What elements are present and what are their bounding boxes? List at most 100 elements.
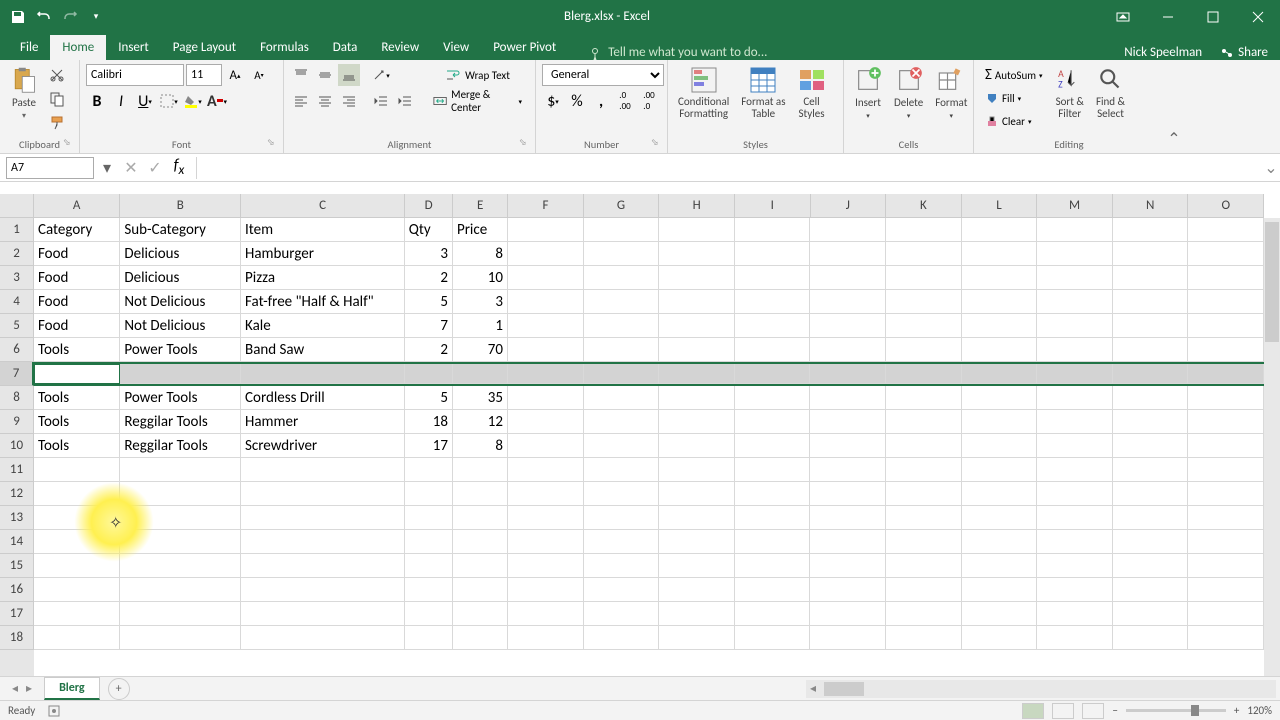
cell[interactable] (1037, 338, 1113, 362)
cell[interactable]: Kale (241, 314, 405, 338)
cell[interactable] (886, 458, 962, 482)
sort-filter-button[interactable]: AZ Sort & Filter (1052, 64, 1088, 122)
zoom-slider[interactable] (1126, 709, 1226, 712)
cell[interactable] (810, 314, 886, 338)
cell[interactable] (659, 458, 735, 482)
cell[interactable]: Pizza (241, 266, 405, 290)
row-header[interactable]: 12 (0, 482, 34, 506)
cell[interactable]: Food (34, 242, 120, 266)
cell[interactable] (1037, 314, 1113, 338)
cell[interactable] (659, 602, 735, 626)
cell[interactable] (659, 266, 735, 290)
cell[interactable] (962, 364, 1038, 384)
tell-me-search[interactable]: Tell me what you want to do... (588, 45, 767, 60)
cell[interactable] (1037, 218, 1113, 242)
cell[interactable] (584, 554, 660, 578)
vertical-scrollbar[interactable] (1264, 218, 1280, 676)
orientation-icon[interactable]: ▾ (370, 64, 392, 86)
fx-icon[interactable]: fx (168, 157, 190, 179)
cell[interactable] (1188, 338, 1264, 362)
share-button[interactable]: Share (1220, 45, 1268, 60)
redo-icon[interactable] (60, 7, 80, 27)
format-as-table-button[interactable]: Format as Table (737, 64, 789, 122)
cell[interactable] (120, 530, 241, 554)
formula-input[interactable] (196, 157, 1262, 179)
cell[interactable] (1113, 242, 1189, 266)
align-middle-icon[interactable] (314, 64, 336, 86)
bold-icon[interactable]: B (86, 90, 108, 112)
tab-formulas[interactable]: Formulas (248, 35, 321, 60)
cell[interactable] (886, 290, 962, 314)
cell[interactable] (810, 554, 886, 578)
cell[interactable] (241, 364, 405, 384)
cell[interactable] (810, 266, 886, 290)
col-header[interactable]: O (1188, 194, 1264, 218)
cell[interactable] (659, 242, 735, 266)
tab-review[interactable]: Review (369, 35, 431, 60)
cell[interactable] (453, 530, 508, 554)
cell[interactable]: Tools (34, 434, 120, 458)
cell[interactable] (962, 338, 1038, 362)
cell[interactable] (584, 364, 660, 384)
cell[interactable] (659, 338, 735, 362)
collapse-ribbon-icon[interactable]: ⌃ (1167, 129, 1180, 149)
insert-button[interactable]: Insert▾ (850, 64, 886, 122)
cell[interactable] (34, 506, 120, 530)
col-header[interactable]: H (659, 194, 735, 218)
col-header[interactable]: E (453, 194, 508, 218)
ribbon-options-icon[interactable] (1100, 0, 1145, 33)
cell[interactable] (659, 554, 735, 578)
cell[interactable] (810, 364, 886, 384)
cell[interactable] (584, 482, 660, 506)
cell[interactable] (405, 458, 453, 482)
cell[interactable] (1113, 410, 1189, 434)
cell[interactable] (1037, 482, 1113, 506)
tab-insert[interactable]: Insert (106, 35, 161, 60)
row-header[interactable]: 14 (0, 530, 34, 554)
cell[interactable]: 70 (453, 338, 508, 362)
cell[interactable]: 5 (405, 386, 453, 410)
cell[interactable]: Reggilar Tools (120, 434, 241, 458)
delete-button[interactable]: Delete▾ (890, 64, 927, 122)
cell[interactable] (241, 506, 405, 530)
cell[interactable] (659, 482, 735, 506)
cell[interactable]: 7 (405, 314, 453, 338)
cell[interactable] (810, 482, 886, 506)
cell[interactable] (810, 506, 886, 530)
cell[interactable] (735, 338, 811, 362)
cell[interactable] (962, 626, 1038, 650)
page-break-view-icon[interactable] (1082, 703, 1104, 719)
decrease-decimal-icon[interactable]: .00.0 (638, 90, 660, 112)
close-icon[interactable] (1235, 0, 1280, 33)
cell[interactable] (120, 626, 241, 650)
cell[interactable] (1188, 242, 1264, 266)
cell[interactable] (810, 290, 886, 314)
cell[interactable] (886, 386, 962, 410)
cell[interactable] (508, 218, 584, 242)
user-name[interactable]: Nick Speelman (1124, 45, 1202, 60)
cell[interactable] (508, 410, 584, 434)
cell[interactable] (735, 218, 811, 242)
tab-file[interactable]: File (8, 35, 50, 60)
cell[interactable] (1113, 458, 1189, 482)
cell[interactable]: Category (34, 218, 120, 242)
number-launcher-icon[interactable]: ⬂ (651, 137, 665, 151)
row-header[interactable]: 9 (0, 410, 34, 434)
cell[interactable] (735, 458, 811, 482)
comma-icon[interactable]: , (590, 90, 612, 112)
format-painter-icon[interactable] (46, 112, 68, 134)
cell[interactable] (34, 482, 120, 506)
cell[interactable] (584, 314, 660, 338)
name-box[interactable]: A7 (6, 157, 94, 179)
increase-font-icon[interactable]: A▴ (224, 64, 246, 86)
cell[interactable] (962, 266, 1038, 290)
cell[interactable] (962, 530, 1038, 554)
cell[interactable] (1188, 602, 1264, 626)
cell[interactable] (886, 218, 962, 242)
cell[interactable] (1188, 290, 1264, 314)
copy-icon[interactable] (46, 88, 68, 110)
cell[interactable]: 3 (405, 242, 453, 266)
horizontal-scrollbar[interactable]: ◂ (806, 680, 1276, 698)
row-header[interactable]: 7 (0, 362, 34, 386)
decrease-font-icon[interactable]: A▾ (248, 64, 270, 86)
